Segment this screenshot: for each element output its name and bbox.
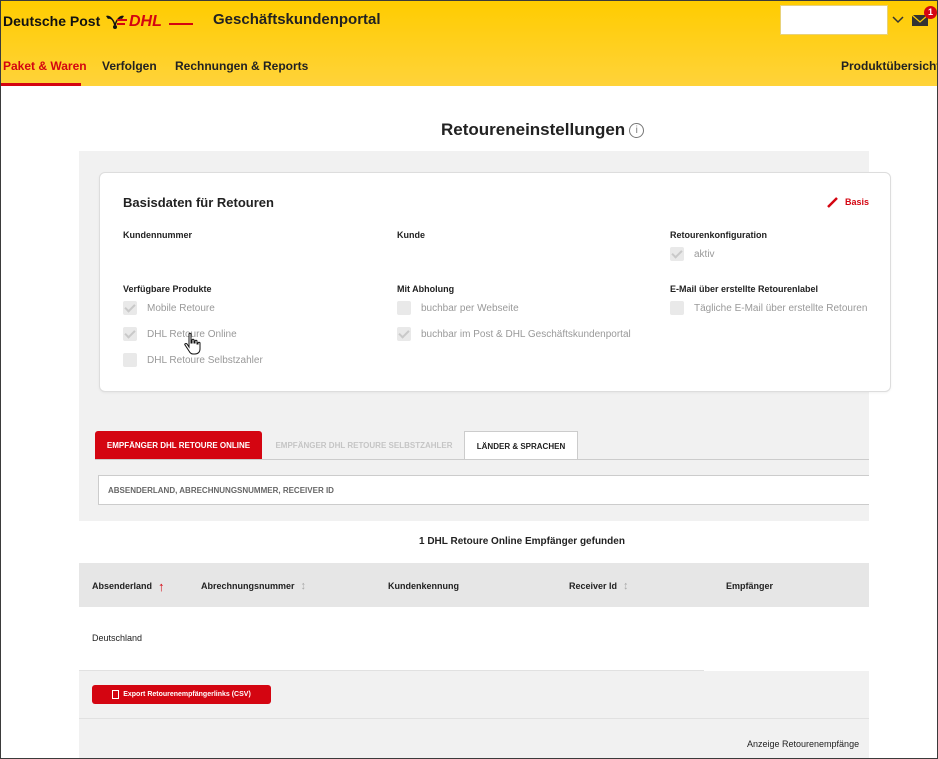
checkbox-label: Tägliche E-Mail über erstellte Retouren — [694, 302, 868, 314]
row-divider — [79, 670, 704, 671]
kundennummer-label: Kundennummer — [123, 230, 193, 240]
tab-empfaenger-online[interactable]: Empfänger DHL Retoure Online — [95, 431, 262, 459]
hand-cursor-icon — [184, 332, 201, 355]
checkbox[interactable] — [123, 353, 137, 367]
edit-basisdaten-link[interactable]: Basis — [827, 196, 869, 208]
checkbox[interactable] — [397, 301, 411, 315]
column-label: Empfänger — [726, 581, 774, 591]
mit-abholung-label: Mit Abholung — [397, 284, 455, 294]
column-kundenkennung[interactable]: Kundenkennung — [388, 581, 459, 591]
column-abrechnungsnummer[interactable]: Abrechnungsnummer ↕ — [201, 579, 307, 592]
deutsche-post-logo[interactable]: Deutsche Post — [3, 9, 126, 33]
checkbox[interactable] — [670, 301, 684, 315]
column-label: Absenderland — [92, 581, 153, 591]
checkbox-label: aktiv — [694, 248, 715, 260]
pickup-portal: buchbar im Post & DHL Geschäftskundenpor… — [397, 327, 631, 341]
card-title: Basisdaten für Retouren — [123, 195, 274, 210]
brand-name: Deutsche Post — [3, 13, 101, 29]
export-csv-label: Export Retourenempfängerlinks (CSV) — [123, 691, 251, 698]
checkbox-label: Mobile Retoure — [147, 302, 215, 314]
export-csv-button[interactable]: Export Retourenempfängerlinks (CSV) — [92, 685, 271, 704]
kunde-label: Kunde — [397, 230, 425, 240]
checkbox[interactable] — [670, 247, 684, 261]
tab-laender-sprachen[interactable]: Länder & Sprachen — [464, 431, 578, 460]
info-icon[interactable]: i — [629, 122, 645, 138]
nav-paket-waren[interactable]: Paket & Waren — [3, 59, 87, 73]
browser-viewport: Deutsche Post DHL Geschäftskundenportal … — [0, 0, 938, 759]
site-header: Deutsche Post DHL Geschäftskundenportal … — [1, 1, 937, 86]
sort-ascending-icon: ↑ — [158, 578, 165, 594]
product-mobile-retoure: Mobile Retoure — [123, 301, 215, 315]
checkbox-label: buchbar im Post & DHL Geschäftskundenpor… — [421, 328, 631, 340]
sort-icon: ↕ — [300, 579, 307, 592]
document-icon — [112, 690, 120, 699]
dhl-logo[interactable]: DHL — [117, 11, 193, 29]
column-absenderland[interactable]: Absenderland ↑ — [92, 578, 165, 594]
dhl-logo-text: DHL — [129, 13, 162, 29]
column-receiver-id[interactable]: Receiver Id ↕ — [569, 579, 629, 592]
main-nav: Paket & Waren Verfolgen Rechnungen & Rep… — [1, 56, 937, 86]
config-aktiv: aktiv — [670, 247, 715, 261]
portal-title: Geschäftskundenportal — [213, 11, 381, 28]
pencil-icon — [827, 197, 838, 208]
page-title: Retoureneinstellungen i — [441, 120, 645, 140]
email-label: E-Mail über erstellte Retourenlabel — [670, 284, 819, 294]
checkbox-label: buchbar per Webseite — [421, 302, 519, 314]
account-selector[interactable] — [780, 5, 888, 35]
retourenkonfiguration-label: Retourenkonfiguration — [670, 230, 767, 240]
empfaenger-cell — [704, 607, 869, 673]
pickup-webseite: buchbar per Webseite — [397, 301, 519, 315]
checkbox-label: DHL Retoure Selbstzahler — [147, 354, 263, 366]
checkbox[interactable] — [397, 327, 411, 341]
nav-rechnungen-reports[interactable]: Rechnungen & Reports — [175, 59, 308, 73]
product-dhl-retoure-online: DHL Retoure Online — [123, 327, 237, 341]
display-count-text: Anzeige Retourenempfänge — [747, 739, 860, 749]
cell-absenderland: Deutschland — [92, 633, 143, 643]
table-row[interactable] — [79, 607, 704, 671]
nav-verfolgen[interactable]: Verfolgen — [102, 59, 157, 73]
nav-active-indicator — [1, 83, 81, 86]
checkbox[interactable] — [123, 327, 137, 341]
footer-divider — [79, 718, 869, 719]
column-label: Abrechnungsnummer — [201, 581, 295, 591]
search-input[interactable]: Absenderland, Abrechnungsnummer, Receive… — [98, 475, 869, 505]
results-count: 1 DHL Retoure Online Empfänger gefunden — [419, 536, 625, 547]
edit-basisdaten-label: Basis — [845, 197, 870, 207]
column-label: Receiver Id — [569, 581, 618, 591]
column-empfaenger[interactable]: Empfänger — [726, 581, 773, 591]
column-label: Kundenkennung — [388, 581, 459, 591]
tab-empfaenger-selbstzahler[interactable]: Empfänger DHL Retoure Selbstzahler — [267, 431, 461, 459]
verfuegbare-produkte-label: Verfügbare Produkte — [123, 284, 212, 294]
notification-badge: 1 — [924, 6, 937, 19]
email-daily: Tägliche E-Mail über erstellte Retouren — [670, 301, 867, 315]
sort-icon: ↕ — [623, 579, 629, 592]
chevron-down-icon[interactable] — [892, 14, 904, 24]
nav-produktuebersicht[interactable]: Produktübersicht — [841, 59, 937, 73]
checkbox[interactable] — [123, 301, 137, 315]
page-title-text: Retoureneinstellungen — [441, 120, 626, 139]
tab-divider — [95, 459, 869, 460]
